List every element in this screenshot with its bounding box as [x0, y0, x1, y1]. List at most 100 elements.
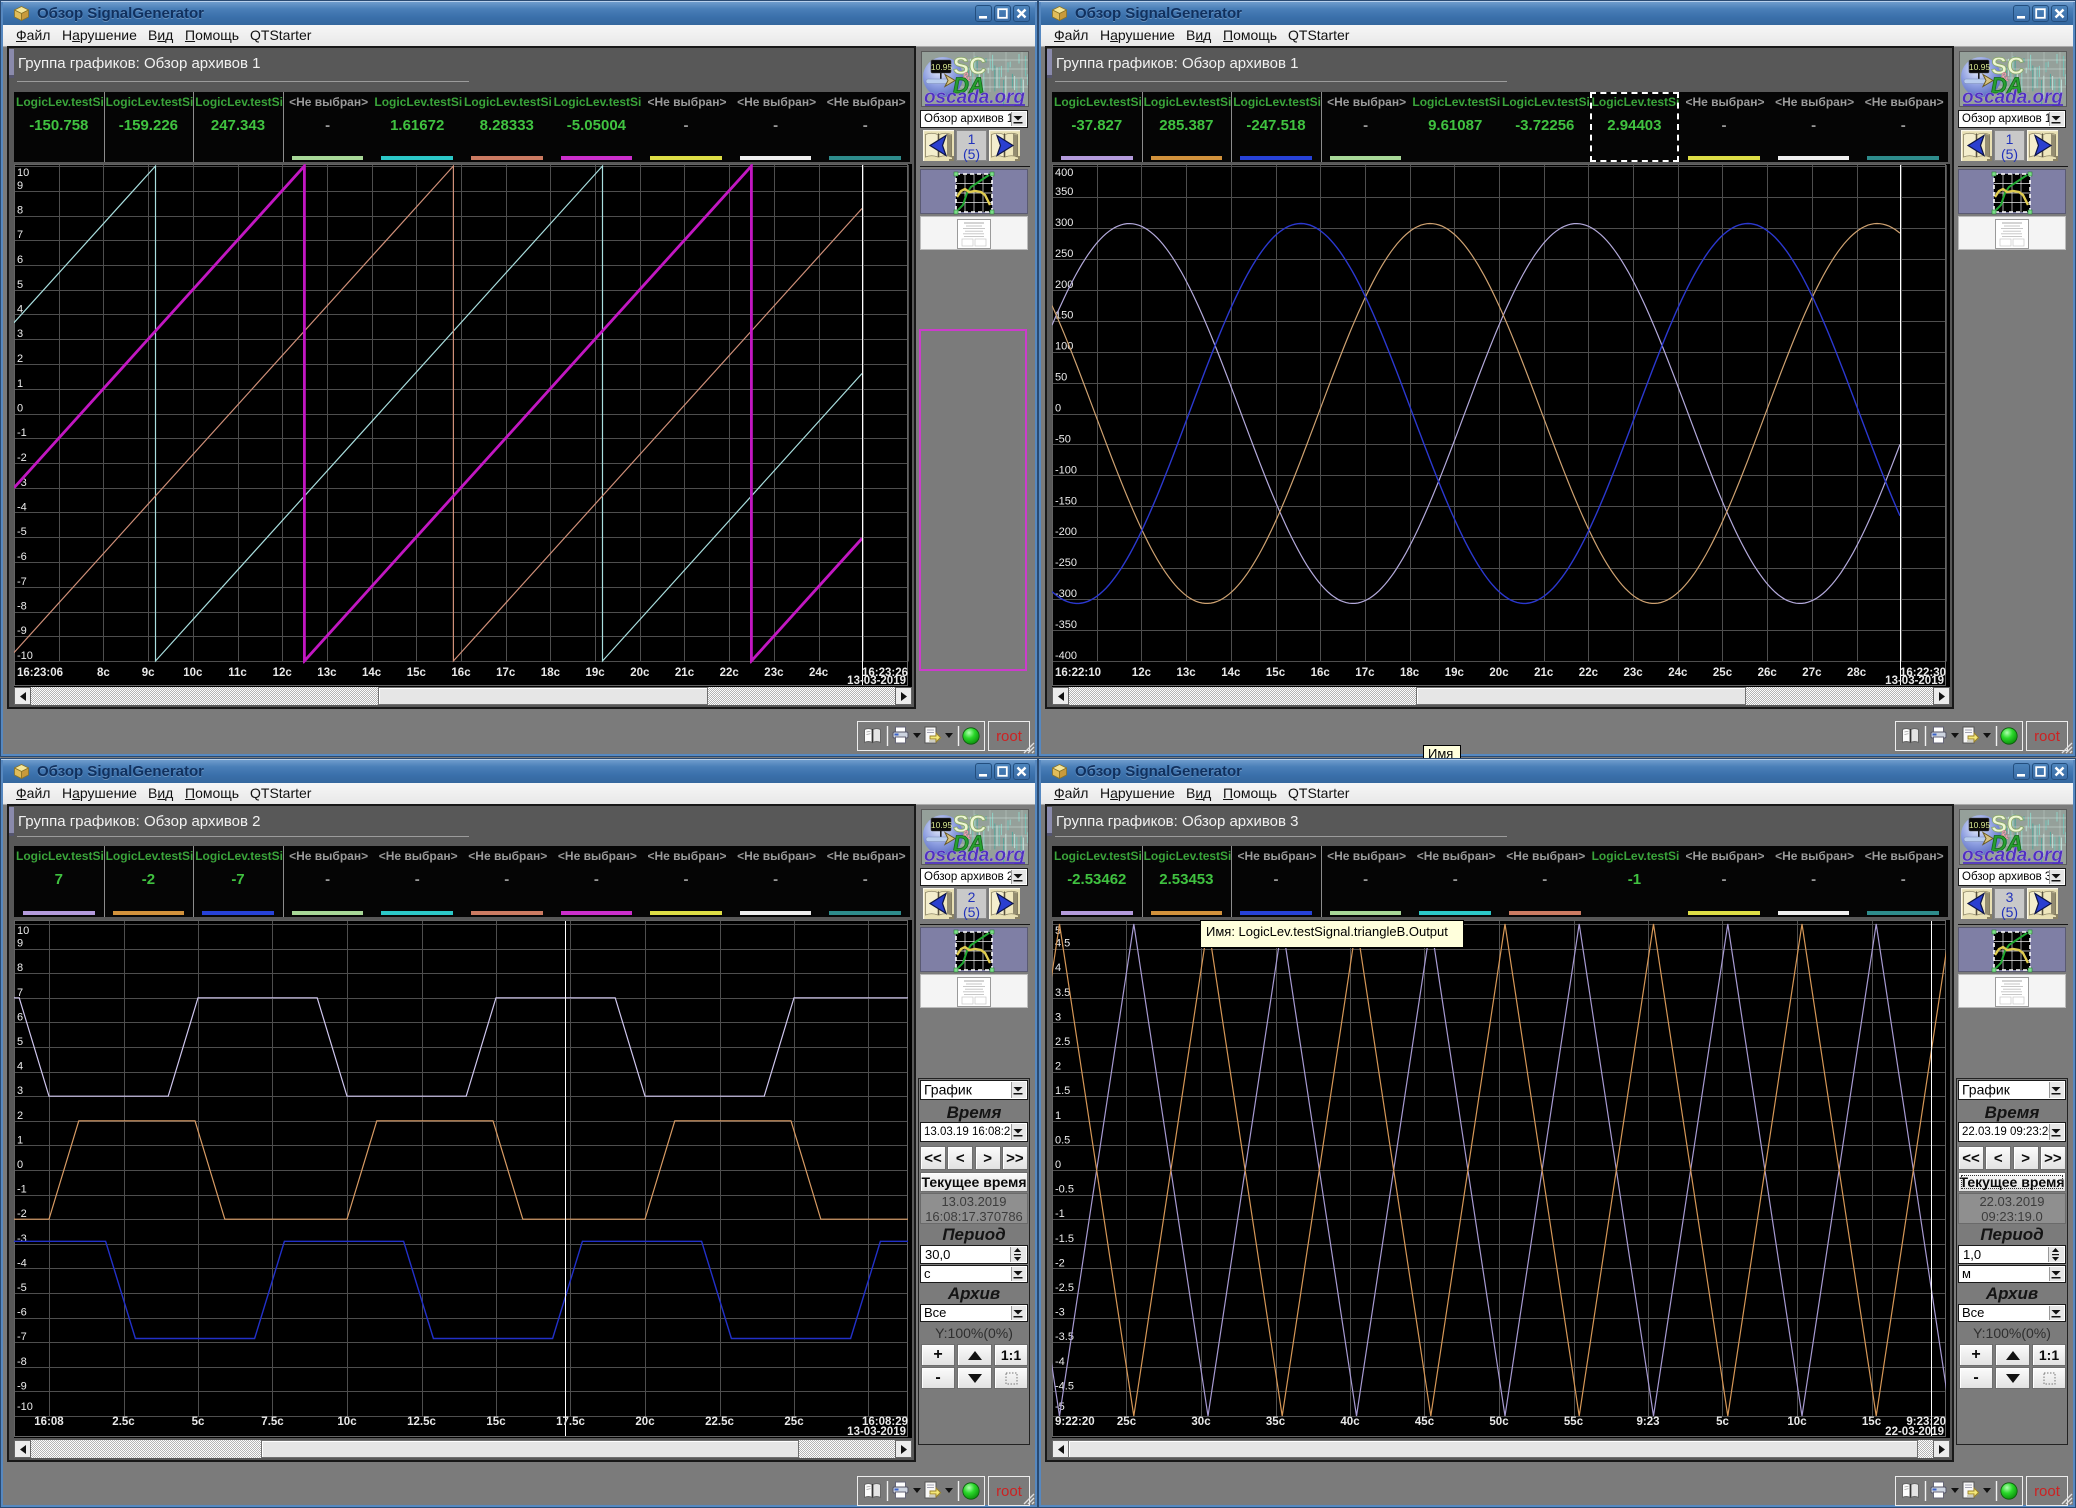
svg-text:28с: 28с: [1847, 667, 1867, 679]
svg-text:21с: 21с: [1534, 667, 1554, 679]
svg-text:0: 0: [1055, 403, 1061, 415]
svg-text:12с: 12с: [273, 667, 293, 679]
svg-text:22.5с: 22.5с: [705, 1416, 734, 1428]
svg-text:35с: 35с: [1266, 1416, 1286, 1428]
svg-text:1: 1: [17, 378, 23, 390]
svg-text:16с: 16с: [451, 667, 471, 679]
svg-text:2: 2: [1055, 1061, 1061, 1073]
svg-text:17с: 17с: [496, 667, 516, 679]
svg-text:-4: -4: [17, 502, 27, 514]
svg-text:10с: 10с: [337, 1416, 357, 1428]
svg-text:400: 400: [1055, 167, 1073, 179]
svg-text:oscada.org: oscada.org: [924, 845, 1025, 864]
svg-text:-350: -350: [1055, 619, 1077, 631]
svg-text:40с: 40с: [1340, 1416, 1360, 1428]
svg-text:5с: 5с: [192, 1416, 205, 1428]
svg-text:50с: 50с: [1489, 1416, 1509, 1428]
svg-text:50: 50: [1055, 372, 1067, 384]
svg-text:0: 0: [17, 1159, 23, 1171]
svg-text:4: 4: [1055, 962, 1061, 974]
svg-text:16с: 16с: [1311, 667, 1331, 679]
svg-text:2.5: 2.5: [1055, 1036, 1070, 1048]
svg-text:16:08: 16:08: [34, 1416, 64, 1428]
svg-text:1: 1: [17, 1134, 23, 1146]
svg-text:10: 10: [17, 167, 29, 179]
svg-text:14с: 14с: [362, 667, 382, 679]
svg-text:22с: 22с: [720, 667, 740, 679]
svg-text:-2: -2: [17, 452, 27, 464]
svg-text:10.95: 10.95: [931, 62, 953, 72]
svg-text:-5: -5: [17, 526, 27, 538]
svg-text:0: 0: [17, 403, 23, 415]
svg-text:18с: 18с: [541, 667, 561, 679]
svg-text:13-03-2019: 13-03-2019: [847, 1426, 906, 1438]
svg-text:13-03-2019: 13-03-2019: [847, 675, 906, 687]
svg-text:7.5с: 7.5с: [261, 1416, 284, 1428]
svg-text:0.5: 0.5: [1055, 1134, 1070, 1146]
svg-text:10с: 10с: [183, 667, 203, 679]
svg-text:13с: 13с: [1177, 667, 1197, 679]
svg-text:9: 9: [17, 180, 23, 192]
svg-text:5с: 5с: [1716, 1416, 1729, 1428]
svg-text:-2: -2: [1055, 1257, 1065, 1269]
svg-text:24с: 24с: [1668, 667, 1688, 679]
svg-text:3.5: 3.5: [1055, 987, 1070, 999]
svg-text:20с: 20с: [1489, 667, 1509, 679]
svg-text:9: 9: [17, 938, 23, 950]
svg-text:-9: -9: [17, 1380, 27, 1392]
svg-text:-400: -400: [1055, 650, 1077, 662]
svg-text:9с: 9с: [142, 667, 155, 679]
svg-text:-8: -8: [17, 1356, 27, 1368]
svg-text:10: 10: [17, 925, 29, 937]
svg-text:-2.5: -2.5: [1055, 1282, 1074, 1294]
svg-text:21с: 21с: [675, 667, 695, 679]
svg-text:-5: -5: [17, 1282, 27, 1294]
svg-text:10.95: 10.95: [1969, 820, 1991, 830]
svg-text:13-03-2019: 13-03-2019: [1885, 675, 1944, 687]
svg-text:-4: -4: [1055, 1356, 1065, 1368]
svg-text:20с: 20с: [635, 1416, 655, 1428]
svg-text:10.95: 10.95: [931, 820, 953, 830]
svg-text:15с: 15с: [407, 667, 427, 679]
svg-text:11с: 11с: [228, 667, 247, 679]
svg-text:-3: -3: [1055, 1307, 1065, 1319]
svg-text:14с: 14с: [1221, 667, 1241, 679]
svg-text:-200: -200: [1055, 526, 1077, 538]
svg-text:10с: 10с: [1787, 1416, 1807, 1428]
svg-text:-7: -7: [17, 576, 27, 588]
svg-text:27с: 27с: [1802, 667, 1822, 679]
svg-text:9:22:20: 9:22:20: [1055, 1416, 1095, 1428]
svg-text:22-03-2019: 22-03-2019: [1885, 1426, 1944, 1438]
svg-text:1: 1: [1055, 1110, 1061, 1122]
svg-text:4: 4: [17, 1061, 23, 1073]
svg-text:7: 7: [17, 987, 23, 999]
svg-text:-300: -300: [1055, 588, 1077, 600]
svg-text:2: 2: [17, 1110, 23, 1122]
svg-text:-10: -10: [17, 1401, 33, 1413]
svg-text:23с: 23с: [764, 667, 784, 679]
svg-text:2.5с: 2.5с: [112, 1416, 135, 1428]
svg-text:-0.5: -0.5: [1055, 1184, 1074, 1196]
svg-text:5: 5: [17, 1036, 23, 1048]
svg-text:25с: 25с: [1117, 1416, 1137, 1428]
svg-text:-10: -10: [17, 650, 33, 662]
svg-text:15с: 15с: [486, 1416, 506, 1428]
svg-text:oscada.org: oscada.org: [1962, 845, 2063, 864]
svg-text:2: 2: [17, 353, 23, 365]
svg-text:15с: 15с: [1862, 1416, 1882, 1428]
svg-text:-1: -1: [1055, 1208, 1065, 1220]
svg-text:-2: -2: [17, 1208, 27, 1220]
svg-text:19с: 19с: [586, 667, 606, 679]
svg-text:6: 6: [17, 254, 23, 266]
svg-text:6: 6: [17, 1011, 23, 1023]
svg-text:250: 250: [1055, 248, 1073, 260]
svg-text:-150: -150: [1055, 495, 1077, 507]
svg-text:17с: 17с: [1355, 667, 1375, 679]
svg-text:-100: -100: [1055, 464, 1077, 476]
svg-text:12.5с: 12.5с: [407, 1416, 436, 1428]
svg-text:25с: 25с: [784, 1416, 804, 1428]
svg-text:26с: 26с: [1758, 667, 1778, 679]
svg-text:8: 8: [17, 205, 23, 217]
svg-text:-8: -8: [17, 601, 27, 613]
svg-text:-9: -9: [17, 625, 27, 637]
